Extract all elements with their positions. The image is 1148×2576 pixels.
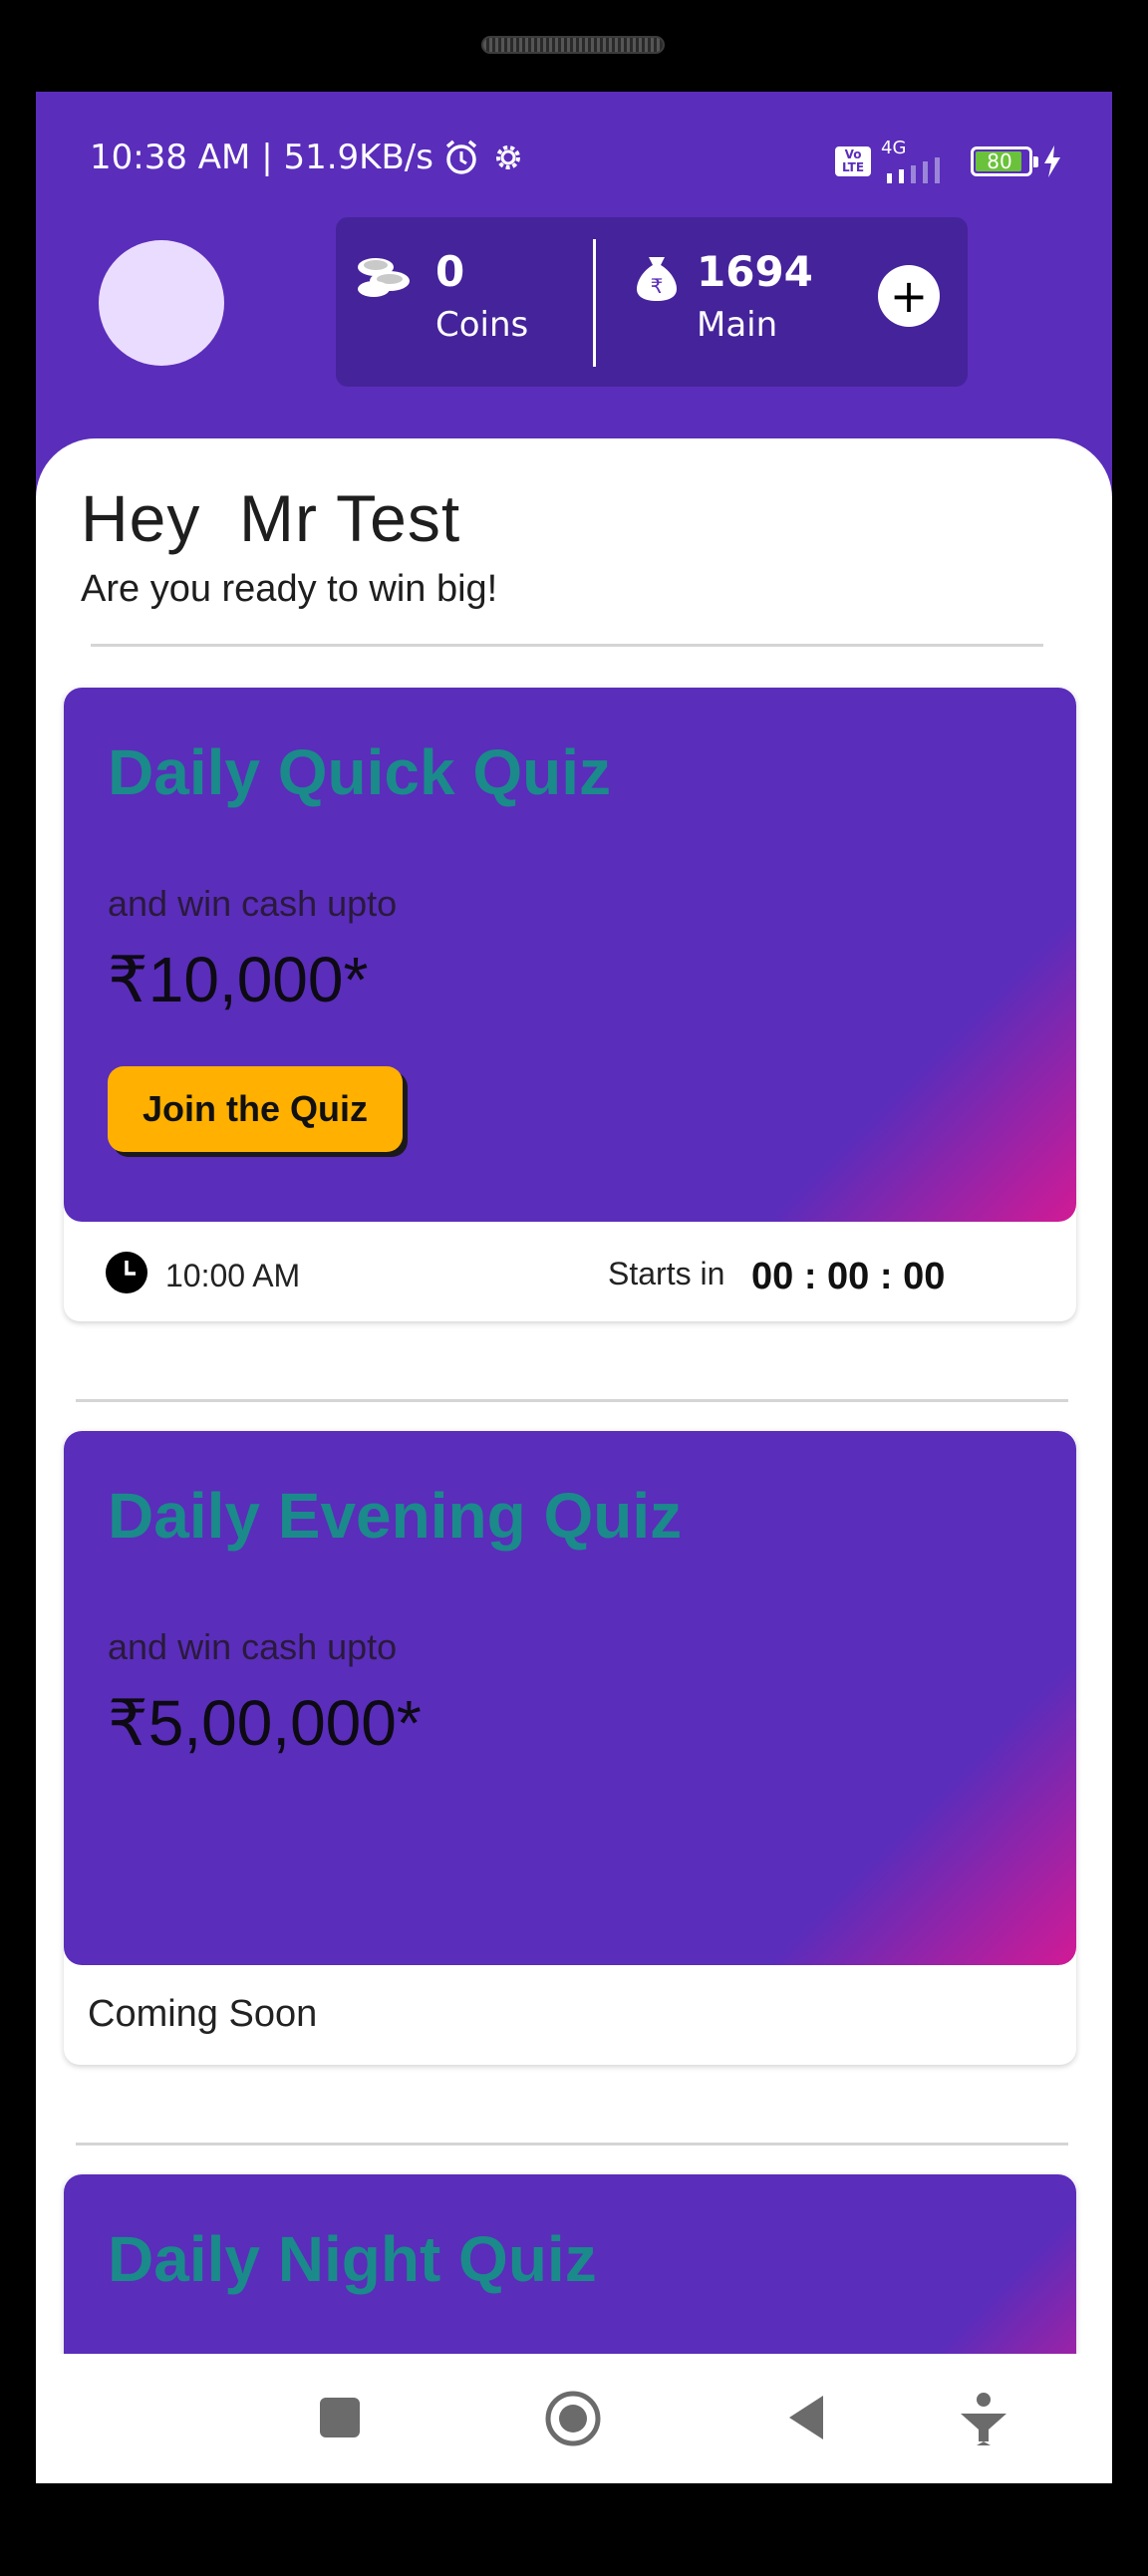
quiz-subtitle: and win cash upto <box>108 1626 398 1667</box>
status-bar-left: 10:38 AM | 51.9KB/s <box>90 136 527 179</box>
system-nav-bar <box>36 2354 1112 2483</box>
app-screen: 10:38 AM | 51.9KB/s Vo LTE 4G 80 0 Coins… <box>36 92 1112 2483</box>
alarm-icon <box>445 140 477 174</box>
main-balance-label: Main <box>697 305 778 345</box>
wallet-divider <box>593 239 596 367</box>
greeting-subtitle: Are you ready to win big! <box>81 568 498 610</box>
quiz-card-banner: Daily Evening Quiz and win cash upto ₹5,… <box>64 1431 1076 1965</box>
plus-icon: + <box>889 269 929 323</box>
quiz-footer: 10:00 AM Starts in 00 : 00 : 00 <box>64 1222 1076 1321</box>
add-money-button[interactable]: + <box>878 265 940 327</box>
status-bar-right: Vo LTE 4G 80 <box>835 138 1062 183</box>
quiz-prize-amount: ₹10,000* <box>108 944 369 1015</box>
phone-frame: 10:38 AM | 51.9KB/s Vo LTE 4G 80 0 Coins… <box>0 0 1148 2576</box>
clock-icon <box>106 1252 147 1293</box>
status-time-speed: 10:38 AM | 51.9KB/s <box>90 138 433 177</box>
home-button[interactable] <box>544 2390 602 2447</box>
volte-icon: Vo LTE <box>835 146 871 176</box>
quiz-card-quick[interactable]: Daily Quick Quiz and win cash upto ₹10,0… <box>64 688 1076 1321</box>
coins-icon <box>358 258 410 297</box>
avatar[interactable] <box>99 240 224 366</box>
divider-line <box>76 1399 1068 1402</box>
quiz-card-evening[interactable]: Daily Evening Quiz and win cash upto ₹5,… <box>64 1431 1076 2065</box>
speaker-grille <box>481 36 665 54</box>
coins-value: 0 <box>435 247 465 296</box>
signal-icon: 4G <box>881 138 951 183</box>
wallet-panel: 0 Coins ₹ 1694 Main + <box>336 217 968 387</box>
quiz-title: Daily Evening Quiz <box>108 1480 683 1552</box>
charging-bolt-icon <box>1044 145 1060 177</box>
money-bag-icon: ₹ <box>637 257 677 301</box>
quiz-subtitle: and win cash upto <box>108 883 398 924</box>
quiz-card-banner: Daily Quick Quiz and win cash upto ₹10,0… <box>64 688 1076 1222</box>
quiz-status: Coming Soon <box>88 1993 318 2035</box>
quiz-prize-amount: ₹5,00,000* <box>108 1687 422 1759</box>
back-button[interactable] <box>785 2394 827 2441</box>
quiz-footer: Coming Soon <box>64 1965 1076 2065</box>
quiz-time: 10:00 AM <box>165 1258 301 1293</box>
battery-icon: 80 <box>971 146 1038 176</box>
accessibility-icon[interactable] <box>959 2392 1008 2445</box>
join-quiz-button[interactable]: Join the Quiz <box>108 1066 403 1152</box>
main-balance-value: 1694 <box>697 247 813 296</box>
recents-button[interactable] <box>320 2398 360 2437</box>
greeting-title: Hey Mr Test <box>81 481 461 555</box>
svg-text:₹: ₹ <box>651 274 664 298</box>
starts-in-label: Starts in <box>608 1256 725 1291</box>
battery-level: 80 <box>987 149 1012 173</box>
coins-label: Coins <box>435 305 529 345</box>
settings-gear-icon <box>495 145 520 169</box>
divider-line <box>76 2143 1068 2146</box>
divider-line <box>91 644 1043 647</box>
quiz-title: Daily Quick Quiz <box>108 736 612 808</box>
countdown-timer: 00 : 00 : 00 <box>751 1256 946 1297</box>
quiz-title: Daily Night Quiz <box>108 2223 597 2295</box>
